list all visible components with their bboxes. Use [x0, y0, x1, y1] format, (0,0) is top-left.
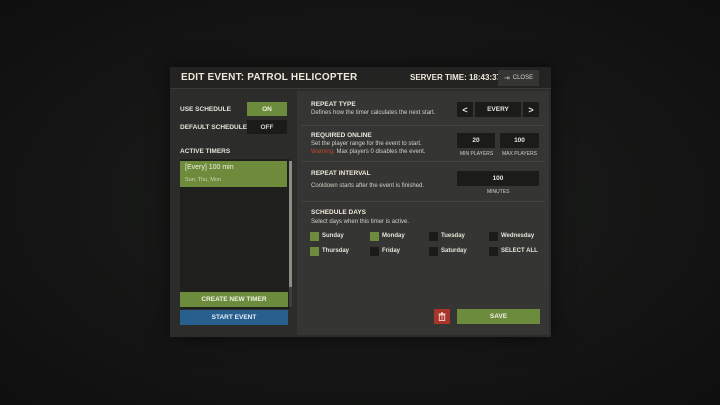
minutes-label: MINUTES: [487, 189, 510, 195]
checkbox[interactable]: [310, 247, 319, 256]
repeat-type-value: EVERY: [475, 102, 521, 117]
exit-icon: ⇥: [503, 75, 510, 82]
repeat-type-title: REPEAT TYPE: [311, 101, 356, 108]
timer-days: Sun, Thu, Mon: [185, 177, 221, 183]
default-schedule-label: DEFAULT SCHEDULE: [180, 124, 248, 131]
warning-text: Max players 0 disables the event.: [336, 149, 426, 155]
delete-timer-button[interactable]: [434, 309, 450, 324]
min-players-input[interactable]: 20: [457, 133, 495, 148]
max-players-input[interactable]: 100: [500, 133, 539, 148]
day-label: Tuesday: [441, 233, 465, 239]
divider: [301, 125, 545, 126]
schedule-days-desc: Select days when this timer is active.: [311, 219, 410, 225]
checkbox[interactable]: [310, 232, 319, 241]
divider: [301, 161, 545, 162]
default-schedule-toggle[interactable]: OFF: [247, 120, 287, 134]
close-button[interactable]: ⇥ CLOSE: [498, 70, 539, 86]
required-online-title: REQUIRED ONLINE: [311, 132, 372, 139]
repeat-interval-input[interactable]: 100: [457, 171, 539, 186]
edit-event-dialog: EDIT EVENT: PATROL HELICOPTER SERVER TIM…: [170, 67, 551, 337]
timer-list-scrollbar[interactable]: [289, 161, 292, 307]
divider: [301, 201, 545, 202]
dialog-header: EDIT EVENT: PATROL HELICOPTER SERVER TIM…: [170, 67, 551, 89]
checkbox[interactable]: [370, 232, 379, 241]
select-all-label: SELECT ALL: [501, 248, 538, 254]
server-time: SERVER TIME: 18:43:37: [410, 73, 501, 82]
use-schedule-label: USE SCHEDULE: [180, 106, 231, 113]
active-timers-label: ACTIVE TIMERS: [180, 148, 231, 155]
timer-list-item[interactable]: [Every] 100 min Sun, Thu, Mon: [180, 161, 287, 187]
timer-settings-panel: REPEAT TYPE Defines how the timer calcul…: [297, 91, 549, 335]
required-online-warning: Warning: Max players 0 disables the even…: [311, 149, 426, 155]
day-label: Saturday: [441, 248, 467, 254]
left-panel: USE SCHEDULE ON DEFAULT SCHEDULE OFF ACT…: [170, 89, 295, 337]
max-players-label: MAX PLAYERS: [502, 151, 537, 157]
trash-icon: [438, 312, 446, 321]
day-label: Monday: [382, 233, 405, 239]
day-label: Thursday: [322, 248, 350, 254]
schedule-days-title: SCHEDULE DAYS: [311, 209, 367, 216]
repeat-interval-desc: Cooldown starts after the event is finis…: [311, 183, 425, 189]
checkbox[interactable]: [489, 247, 498, 256]
warning-word: Warning:: [311, 149, 335, 155]
min-players-label: MIN PLAYERS: [460, 151, 494, 157]
checkbox[interactable]: [429, 232, 438, 241]
repeat-type-desc: Defines how the timer calculates the nex…: [311, 110, 436, 116]
save-button[interactable]: SAVE: [457, 309, 540, 324]
repeat-interval-title: REPEAT INTERVAL: [311, 170, 371, 177]
day-label: Sunday: [322, 233, 344, 239]
timer-list: [Every] 100 min Sun, Thu, Mon: [180, 159, 290, 309]
checkbox[interactable]: [429, 247, 438, 256]
repeat-type-prev-button[interactable]: <: [457, 102, 473, 117]
checkbox[interactable]: [489, 232, 498, 241]
day-label: Wednesday: [501, 233, 535, 239]
close-label: CLOSE: [512, 75, 534, 81]
create-new-timer-button[interactable]: CREATE NEW TIMER: [180, 292, 288, 307]
checkbox[interactable]: [370, 247, 379, 256]
required-online-desc: Set the player range for the event to st…: [311, 141, 422, 147]
use-schedule-toggle[interactable]: ON: [247, 102, 287, 116]
dialog-title: EDIT EVENT: PATROL HELICOPTER: [181, 72, 358, 83]
timer-name: [Every] 100 min: [185, 164, 234, 171]
repeat-type-next-button[interactable]: >: [523, 102, 539, 117]
day-label: Friday: [382, 248, 401, 254]
start-event-button[interactable]: START EVENT: [180, 310, 288, 325]
scrollbar-thumb[interactable]: [289, 161, 292, 287]
